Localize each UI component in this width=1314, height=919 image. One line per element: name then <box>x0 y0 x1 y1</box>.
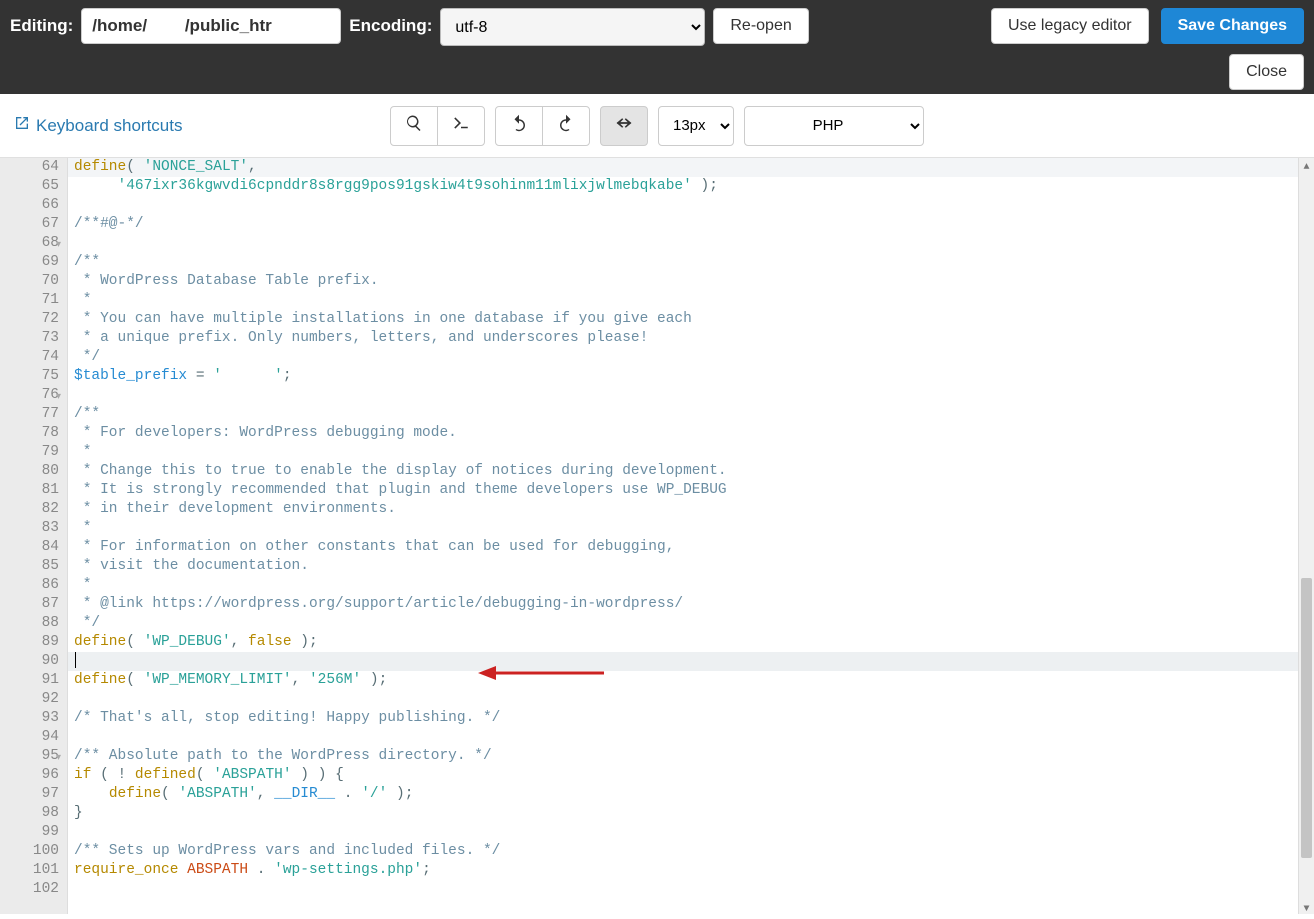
code-line[interactable]: define( 'ABSPATH', __DIR__ . '/' ); <box>68 785 1298 804</box>
code-line[interactable]: /**#@-*/ <box>68 215 1298 234</box>
code-line[interactable]: define( 'WP_DEBUG', false ); <box>68 633 1298 652</box>
code-line[interactable] <box>68 728 1298 747</box>
code-line[interactable]: * <box>68 519 1298 538</box>
code-line[interactable]: if ( ! defined( 'ABSPATH' ) ) { <box>68 766 1298 785</box>
code-line[interactable]: * in their development environments. <box>68 500 1298 519</box>
keyboard-shortcuts-link[interactable]: Keyboard shortcuts <box>14 115 182 136</box>
code-line[interactable]: * @link https://wordpress.org/support/ar… <box>68 595 1298 614</box>
center-controls: 13px PHP <box>390 106 924 146</box>
code-line[interactable]: * For developers: WordPress debugging mo… <box>68 424 1298 443</box>
scroll-up-arrow-icon[interactable]: ▲ <box>1299 158 1314 172</box>
kb-link-text: Keyboard shortcuts <box>36 116 182 136</box>
search-icon <box>405 114 423 137</box>
terminal-icon <box>452 114 470 137</box>
code-line[interactable]: * Change this to true to enable the disp… <box>68 462 1298 481</box>
code-line[interactable]: require_once ABSPATH . 'wp-settings.php'… <box>68 861 1298 880</box>
undo-button[interactable] <box>495 106 543 146</box>
code-line[interactable]: } <box>68 804 1298 823</box>
legacy-editor-button[interactable]: Use legacy editor <box>991 8 1149 44</box>
external-link-icon <box>14 115 30 136</box>
top-toolbar: Editing: Encoding: utf-8 Re-open Use leg… <box>0 0 1314 94</box>
code-line[interactable]: * <box>68 576 1298 595</box>
search-terminal-group <box>390 106 485 146</box>
undo-icon <box>510 114 528 137</box>
code-line[interactable]: * It is strongly recommended that plugin… <box>68 481 1298 500</box>
code-line[interactable]: * <box>68 291 1298 310</box>
wrap-toggle-button[interactable] <box>600 106 648 146</box>
code-line[interactable]: '467ixr36kgwvdi6cpnddr8s8rgg9pos91gskiw4… <box>68 177 1298 196</box>
search-button[interactable] <box>390 106 438 146</box>
code-line[interactable]: define( 'WP_MEMORY_LIMIT', '256M' ); <box>68 671 1298 690</box>
code-line[interactable]: * You can have multiple installations in… <box>68 310 1298 329</box>
vertical-scrollbar[interactable]: ▲ ▼ <box>1298 158 1314 914</box>
code-line[interactable]: * a unique prefix. Only numbers, letters… <box>68 329 1298 348</box>
code-line[interactable] <box>68 823 1298 842</box>
code-line[interactable]: * visit the documentation. <box>68 557 1298 576</box>
font-size-select[interactable]: 13px <box>658 106 734 146</box>
redo-icon <box>557 114 575 137</box>
code-line[interactable]: /** <box>68 253 1298 272</box>
file-path-input[interactable] <box>81 8 341 44</box>
code-line[interactable] <box>68 690 1298 709</box>
code-line[interactable]: /** Absolute path to the WordPress direc… <box>68 747 1298 766</box>
close-button[interactable]: Close <box>1229 54 1304 90</box>
code-area[interactable]: define( 'NONCE_SALT', '467ixr36kgwvdi6cp… <box>68 158 1298 914</box>
scrollbar-thumb[interactable] <box>1301 578 1312 858</box>
redo-button[interactable] <box>542 106 590 146</box>
code-line[interactable] <box>68 196 1298 215</box>
code-line[interactable]: */ <box>68 614 1298 633</box>
encoding-select[interactable]: utf-8 <box>440 8 705 46</box>
editing-label: Editing: <box>10 8 73 44</box>
scroll-down-arrow-icon[interactable]: ▼ <box>1299 900 1314 914</box>
code-line[interactable] <box>68 652 1298 671</box>
code-line[interactable]: * For information on other constants tha… <box>68 538 1298 557</box>
secondary-toolbar: Keyboard shortcuts 13px PHP <box>0 94 1314 158</box>
code-line[interactable]: /** Sets up WordPress vars and included … <box>68 842 1298 861</box>
reopen-button[interactable]: Re-open <box>713 8 808 44</box>
code-line[interactable]: define( 'NONCE_SALT', <box>68 158 1298 177</box>
code-line[interactable]: * WordPress Database Table prefix. <box>68 272 1298 291</box>
code-line[interactable]: * <box>68 443 1298 462</box>
encoding-label: Encoding: <box>349 8 432 44</box>
language-select[interactable]: PHP <box>744 106 924 146</box>
code-line[interactable] <box>68 880 1298 899</box>
undo-redo-group <box>495 106 590 146</box>
right-button-group: Use legacy editor Save Changes Close <box>991 8 1304 90</box>
wrap-icon <box>615 114 633 137</box>
line-gutter: 6465666768697071727374757677787980818283… <box>0 158 68 914</box>
code-line[interactable] <box>68 234 1298 253</box>
code-line[interactable] <box>68 386 1298 405</box>
code-line[interactable]: $table_prefix = ' '; <box>68 367 1298 386</box>
terminal-button[interactable] <box>437 106 485 146</box>
code-line[interactable]: */ <box>68 348 1298 367</box>
code-line[interactable]: /* That's all, stop editing! Happy publi… <box>68 709 1298 728</box>
code-line[interactable]: /** <box>68 405 1298 424</box>
code-editor[interactable]: 6465666768697071727374757677787980818283… <box>0 158 1314 914</box>
save-changes-button[interactable]: Save Changes <box>1161 8 1304 44</box>
